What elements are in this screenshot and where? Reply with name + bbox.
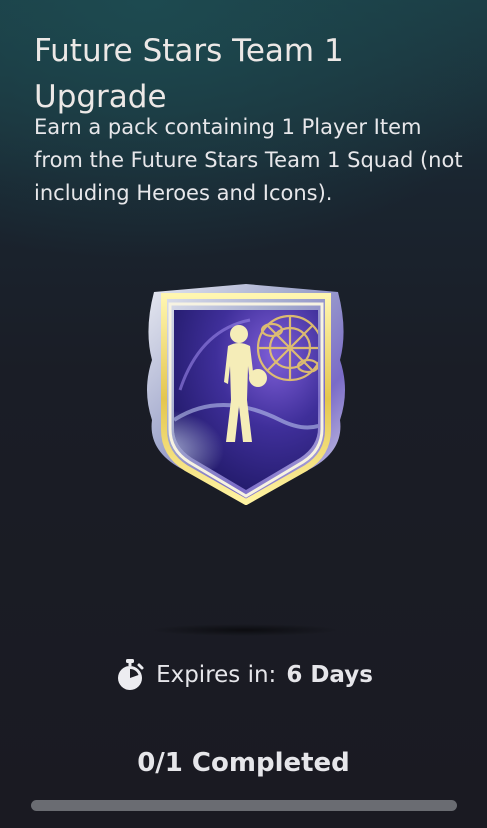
objective-panel: Future Stars Team 1 Upgrade Earn a pack … [0, 0, 487, 828]
badge-shadow [150, 624, 340, 636]
progress-label: 0/1 Completed [137, 748, 350, 778]
progress-bar [31, 800, 457, 811]
objective-title: Future Stars Team 1 Upgrade [34, 33, 344, 115]
expiry-row: Expires in: 6 Days [0, 655, 487, 695]
stopwatch-icon [118, 659, 144, 690]
future-stars-player-badge-icon [147, 284, 345, 505]
objective-description: Earn a pack containing 1 Player Item fro… [34, 115, 463, 205]
expiry-label: Expires in: [156, 662, 277, 688]
expiry-value: 6 Days [286, 662, 373, 688]
